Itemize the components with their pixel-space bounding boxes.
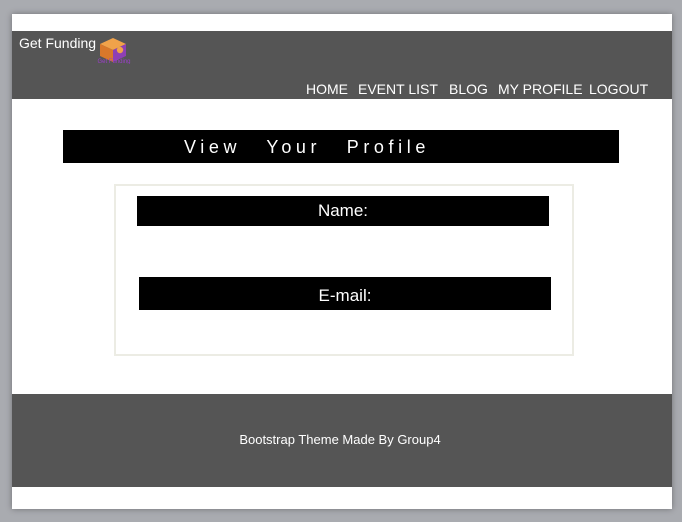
brand-name[interactable]: Get Funding	[19, 35, 96, 51]
svg-text:Get Funding: Get Funding	[97, 59, 130, 64]
page-title: View Your Profile	[184, 137, 430, 157]
name-label: Name:	[137, 196, 549, 226]
page-frame: Get Funding Get Funding HOME EVENT LIST …	[12, 14, 672, 509]
main-nav: HOME EVENT LIST BLOG MY PROFILE LOGOUT	[12, 81, 672, 99]
nav-home[interactable]: HOME	[306, 81, 348, 97]
nav-my-profile[interactable]: MY PROFILE	[498, 81, 583, 97]
nav-blog[interactable]: BLOG	[449, 81, 488, 97]
footer: Bootstrap Theme Made By Group4	[12, 394, 672, 487]
email-label: E-mail:	[139, 277, 551, 310]
footer-credit: Bootstrap Theme Made By Group4	[239, 432, 441, 447]
nav-logout[interactable]: LOGOUT	[589, 81, 648, 97]
profile-card: Name: E-mail:	[114, 184, 574, 356]
page-title-bar: View Your Profile	[63, 130, 619, 163]
nav-event-list[interactable]: EVENT LIST	[358, 81, 438, 97]
get-funding-logo-icon[interactable]: Get Funding	[86, 34, 142, 64]
navbar: Get Funding Get Funding HOME EVENT LIST …	[12, 31, 672, 99]
